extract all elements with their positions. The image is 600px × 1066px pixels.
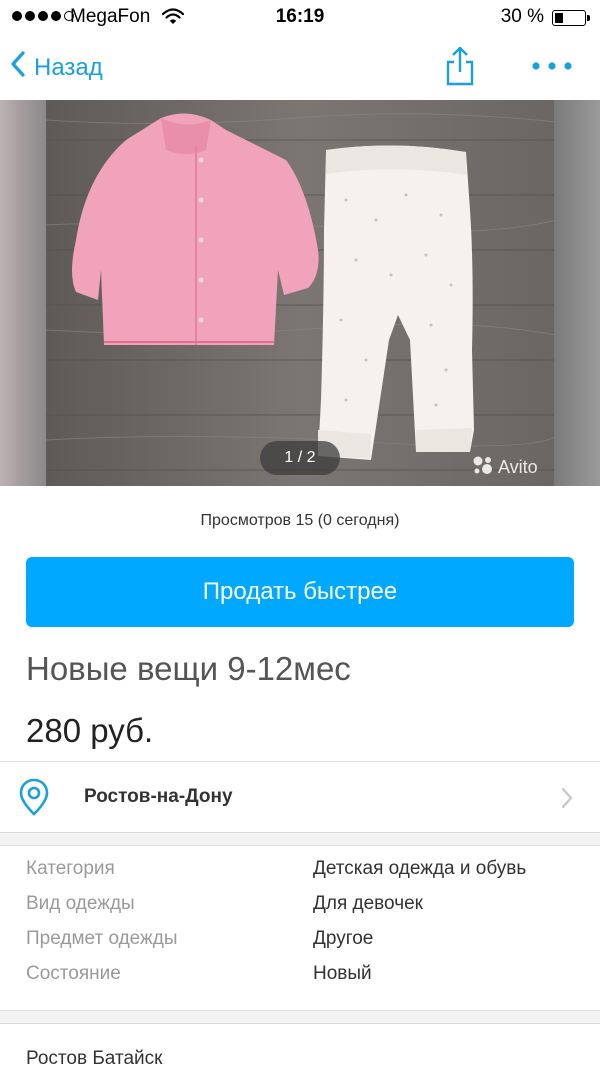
battery-percent: 30 % <box>500 6 544 27</box>
param-value: Новый <box>313 963 372 984</box>
chevron-left-icon <box>10 50 26 85</box>
avito-watermark: Avito <box>472 454 538 481</box>
listing-photo[interactable] <box>45 100 557 486</box>
views-count: Просмотров 15 (0 сегодня) <box>200 512 400 529</box>
chevron-right-icon <box>560 786 574 815</box>
param-label: Предмет одежды <box>26 928 178 949</box>
sell-faster-button[interactable]: Продать быстрее <box>26 557 574 627</box>
previous-photo-peek <box>0 100 46 486</box>
param-row-condition: Состояние Новый <box>26 963 586 998</box>
listing-price: 280 руб. <box>26 712 154 749</box>
param-label: Вид одежды <box>26 893 135 914</box>
param-value: Другое <box>313 928 374 949</box>
param-label: Категория <box>26 858 115 879</box>
next-photo-peek <box>554 100 600 486</box>
param-row-category: Категория Детская одежда и обувь <box>26 858 586 893</box>
photo-gallery[interactable] <box>0 100 600 486</box>
more-dots-icon <box>528 62 576 80</box>
avito-logo-icon <box>472 454 494 481</box>
listing-parameters: Категория Детская одежда и обувь Вид оде… <box>26 858 586 998</box>
share-icon <box>440 46 480 92</box>
photo-counter: 1 / 2 <box>260 441 340 475</box>
listing-address: Ростов Батайск <box>26 1048 163 1066</box>
battery-icon <box>552 10 590 26</box>
listing-title: Новые вещи 9-12мес <box>26 650 351 687</box>
location-pin-icon <box>18 778 50 821</box>
param-label: Состояние <box>26 963 121 984</box>
back-button[interactable]: Назад <box>10 50 103 85</box>
navigation-bar: Назад <box>0 36 600 100</box>
section-separator <box>0 833 600 845</box>
divider <box>0 1023 600 1024</box>
divider <box>0 845 600 846</box>
param-value: Детская одежда и обувь <box>313 858 527 879</box>
location-row[interactable]: Ростов-на-Дону <box>0 762 600 832</box>
location-city: Ростов-на-Дону <box>84 786 233 807</box>
param-row-clothing-item: Предмет одежды Другое <box>26 928 586 963</box>
share-button[interactable] <box>440 44 480 88</box>
back-button-label: Назад <box>34 53 103 81</box>
watermark-text: Avito <box>498 457 538 477</box>
section-separator <box>0 1011 600 1023</box>
more-options-button[interactable] <box>528 56 576 76</box>
status-bar: MegaFon 16:19 30 % <box>0 0 600 36</box>
param-value: Для девочек <box>313 893 423 914</box>
param-row-clothing-type: Вид одежды Для девочек <box>26 893 586 928</box>
